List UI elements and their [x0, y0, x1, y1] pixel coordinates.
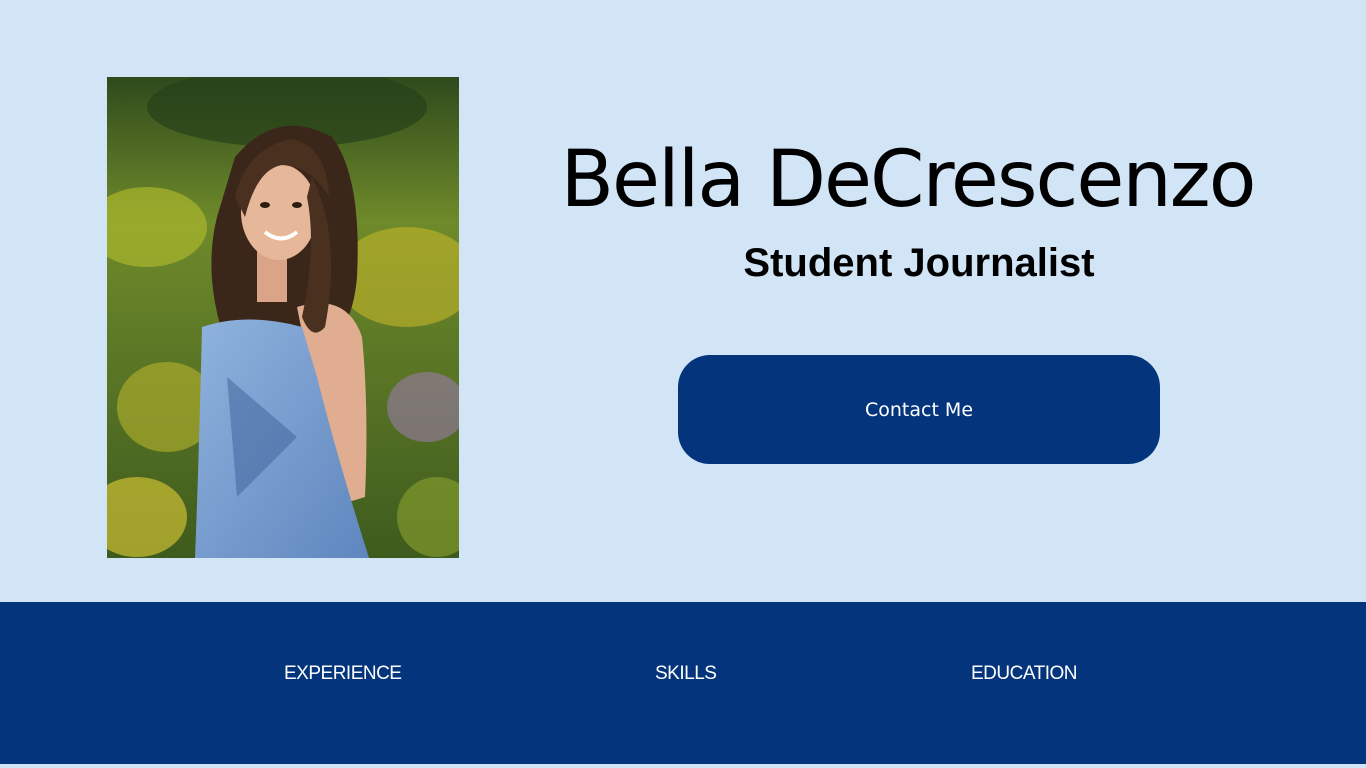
hero-section: Bella DeCrescenzo Student Journalist Con… [0, 0, 1366, 602]
nav-item-education[interactable]: EDUCATION [971, 662, 1077, 686]
page-title: Bella DeCrescenzo [560, 135, 1257, 225]
contact-me-button[interactable]: Contact Me [678, 355, 1160, 464]
nav-item-skills[interactable]: SKILLS [655, 662, 717, 686]
section-nav: EXPERIENCE SKILLS EDUCATION [0, 602, 1366, 764]
subtitle-role: Student Journalist [743, 241, 1095, 285]
bottom-divider [0, 764, 1366, 768]
nav-item-experience[interactable]: EXPERIENCE [284, 662, 402, 686]
profile-photo [107, 77, 459, 558]
page: Bella DeCrescenzo Student Journalist Con… [0, 0, 1366, 768]
